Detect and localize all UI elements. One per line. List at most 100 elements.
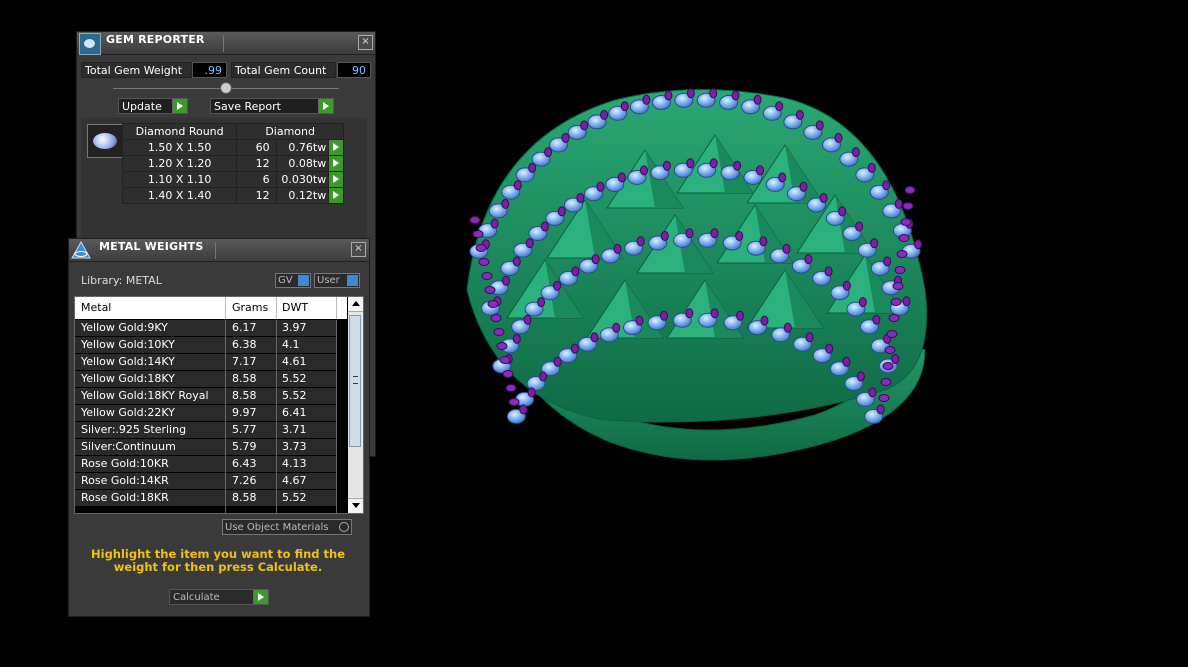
splitter-handle[interactable] — [220, 82, 232, 94]
prong — [636, 236, 645, 247]
prong — [640, 165, 648, 176]
gem-row[interactable]: 1.40 X 1.40 12 0.12tw — [121, 187, 344, 204]
ring-3d-viewport[interactable] — [455, 70, 945, 470]
prong — [709, 88, 718, 99]
metal-name: Yellow Gold:22KY — [81, 406, 175, 419]
prong — [736, 310, 744, 321]
prong — [759, 236, 768, 247]
prong — [502, 370, 514, 378]
gem-row-select-button[interactable] — [328, 155, 344, 172]
metal-dwt: 3.97 — [282, 321, 307, 334]
user-toggle[interactable]: User — [314, 273, 360, 288]
table-row[interactable]: Rose Gold:14KR 7.26 4.67 — [75, 473, 337, 490]
metal-weights-titlebar[interactable]: METAL WEIGHTS × — [69, 239, 369, 262]
metal-dwt: 4.13 — [282, 457, 307, 470]
prong — [561, 132, 570, 143]
prong — [883, 256, 892, 267]
radio-icon — [339, 522, 349, 532]
prong — [891, 354, 900, 364]
scroll-up-icon[interactable] — [348, 297, 363, 312]
prong — [662, 160, 671, 171]
table-row[interactable]: Yellow Gold:18KY Royal 8.58 5.52 — [75, 388, 337, 405]
prong — [775, 101, 784, 112]
update-button-label: Update — [122, 100, 162, 113]
scroll-thumb[interactable] — [349, 315, 361, 447]
save-report-button[interactable]: Save Report — [210, 98, 334, 114]
go-arrow-icon — [172, 99, 187, 113]
prong — [733, 160, 742, 171]
prong — [508, 398, 520, 406]
table-row[interactable]: Silver:Continuum 5.79 3.73 — [75, 439, 337, 456]
metal-dwt: 3.71 — [282, 423, 307, 436]
prong — [886, 330, 898, 338]
gem-row[interactable]: 1.10 X 1.10 6 0.030tw — [121, 171, 344, 188]
table-row[interactable]: Yellow Gold:14KY 7.17 4.61 — [75, 354, 337, 371]
prong — [469, 216, 481, 224]
prong — [824, 266, 833, 277]
metal-dwt: 5.52 — [282, 389, 307, 402]
gem-row[interactable]: 1.20 X 1.20 12 0.08tw — [121, 155, 344, 172]
prong — [512, 333, 521, 344]
table-row[interactable]: Rose Gold:10KR 6.43 4.13 — [75, 456, 337, 473]
prong — [557, 206, 566, 217]
gem-row-select-button[interactable] — [328, 171, 344, 188]
prong — [490, 218, 499, 229]
update-button[interactable]: Update — [118, 98, 188, 114]
close-icon[interactable]: × — [351, 242, 366, 257]
metal-grams: 6.43 — [232, 457, 257, 470]
gem-size: 1.20 X 1.20 — [121, 155, 238, 172]
metal-name: Yellow Gold:14KY — [81, 355, 175, 368]
go-arrow-icon — [318, 99, 333, 113]
prong — [819, 193, 828, 203]
metal-dwt: 4.67 — [282, 474, 307, 487]
prong — [815, 120, 824, 131]
toggle-indicator-icon — [347, 275, 358, 286]
metal-dwt: 4.61 — [282, 355, 307, 368]
prong — [580, 120, 589, 131]
metal-table-scrollbar[interactable] — [348, 297, 363, 513]
metal-dwt: 5.52 — [282, 372, 307, 385]
library-label: Library: METAL — [81, 274, 162, 287]
prong — [867, 162, 876, 173]
calculate-button[interactable]: Calculate — [169, 589, 269, 605]
gv-toggle[interactable]: GV — [275, 273, 311, 288]
table-row[interactable]: Rose Gold:18KR 8.58 5.52 — [75, 490, 337, 507]
ring-model-render — [466, 88, 928, 461]
gem-size: 1.40 X 1.40 — [121, 187, 238, 204]
scroll-down-icon[interactable] — [348, 498, 363, 513]
gem-weight: 0.12tw — [275, 187, 330, 204]
prong — [804, 254, 813, 265]
prong — [778, 172, 787, 183]
gv-label: GV — [278, 275, 293, 286]
table-row[interactable]: Yellow Gold:10KY 6.38 4.1 — [75, 337, 337, 354]
use-object-materials-toggle[interactable]: Use Object Materials — [222, 519, 352, 535]
gem-type-header: Diamond — [236, 123, 344, 140]
prong — [475, 244, 487, 252]
table-row[interactable]: Yellow Gold:18KY 8.58 5.52 — [75, 371, 337, 388]
prong — [709, 158, 718, 169]
table-row[interactable]: Silver:.925 Sterling 5.77 3.71 — [75, 422, 337, 439]
column-metal[interactable]: Metal — [81, 301, 111, 314]
prong — [487, 300, 499, 308]
gem-row-select-button[interactable] — [328, 139, 344, 156]
prong — [735, 231, 744, 241]
prong — [898, 234, 910, 242]
metal-grams: 8.58 — [232, 491, 257, 504]
gem-row[interactable]: 1.50 X 1.50 60 0.76tw — [121, 139, 344, 156]
table-row[interactable]: Yellow Gold:22KY 9.97 6.41 — [75, 405, 337, 422]
prong — [880, 378, 892, 386]
prong — [519, 404, 528, 415]
close-icon[interactable]: × — [358, 35, 373, 50]
gem-reporter-titlebar[interactable]: GEM REPORTER × — [77, 32, 375, 55]
prong — [856, 371, 865, 382]
table-row[interactable]: Yellow Gold:9KY 6.17 3.97 — [75, 320, 337, 337]
column-dwt[interactable]: DWT — [282, 301, 308, 314]
prong — [884, 346, 896, 354]
gem-row-select-button[interactable] — [328, 187, 344, 204]
gem-count: 12 — [236, 187, 277, 204]
prong — [612, 322, 621, 333]
prong — [902, 202, 914, 210]
column-grams[interactable]: Grams — [232, 301, 268, 314]
prong — [571, 266, 580, 277]
prong — [660, 310, 668, 321]
